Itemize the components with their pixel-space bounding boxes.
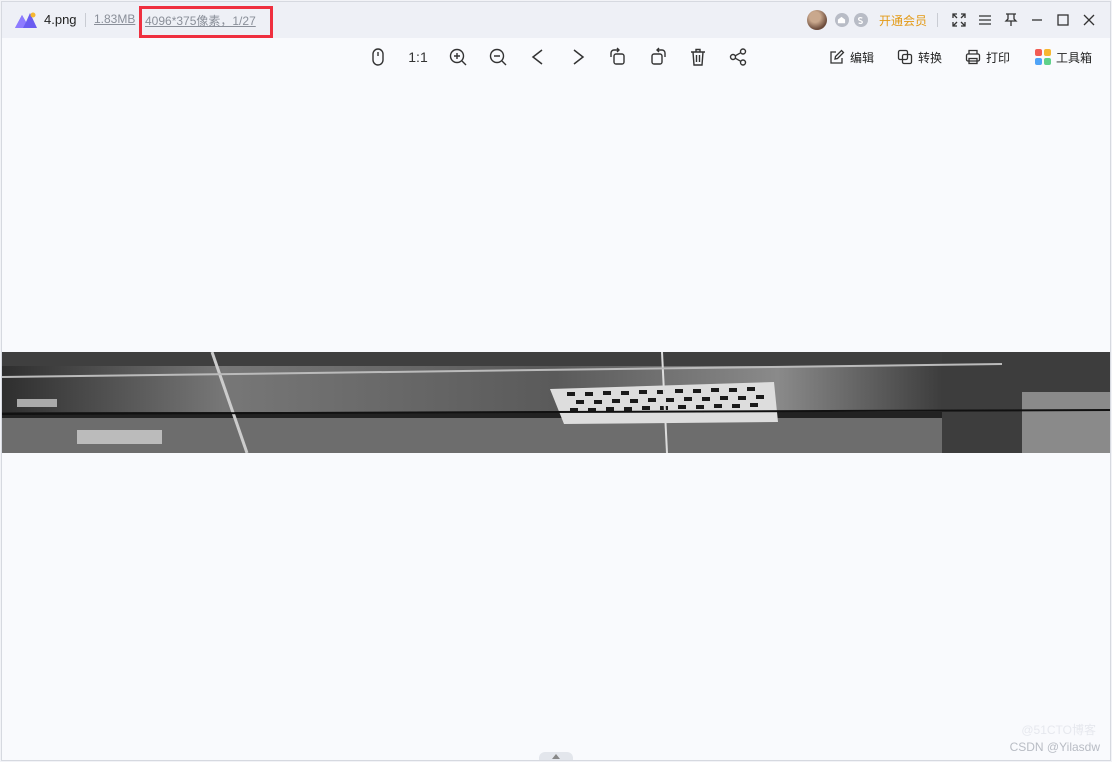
zoom-in-icon	[449, 48, 467, 66]
title-right-controls: 开通会员	[806, 8, 1102, 32]
toolbox-label: 工具箱	[1056, 50, 1093, 65]
chevron-up-icon	[552, 754, 560, 759]
chevron-right-icon	[573, 49, 585, 65]
share-button[interactable]	[727, 46, 749, 68]
mouse-icon	[372, 48, 384, 66]
maximize-button[interactable]	[1050, 8, 1076, 32]
zoom-out-button[interactable]	[487, 46, 509, 68]
actual-size-button[interactable]: 1:1	[407, 46, 429, 68]
image-viewer-window: 4.png 1.83MB 4096*375像素，1/27 开通会员 1:1 编辑…	[2, 2, 1110, 760]
minimize-icon	[1032, 19, 1042, 21]
toolbar: 1:1 编辑 转换 打印 工具箱	[2, 38, 1110, 76]
chevron-left-icon	[531, 49, 543, 65]
mouse-mode-button[interactable]	[367, 46, 389, 68]
displayed-image[interactable]	[2, 352, 1110, 453]
zoom-in-button[interactable]	[447, 46, 469, 68]
actual-size-label: 1:1	[408, 49, 428, 65]
menu-icon	[979, 15, 991, 25]
divider	[937, 13, 938, 27]
rotate-right-icon	[651, 47, 666, 65]
trash-icon	[691, 48, 705, 66]
file-size[interactable]: 1.83MB	[94, 12, 135, 26]
convert-label: 转换	[918, 50, 943, 65]
convert-button[interactable]: 转换	[897, 47, 942, 67]
rotate-left-icon	[610, 47, 625, 65]
divider	[85, 13, 86, 27]
zoom-out-icon	[489, 48, 507, 66]
close-icon	[1083, 14, 1095, 26]
blog-watermark: @51CTO博客	[1021, 723, 1096, 737]
edit-icon	[830, 49, 845, 64]
annotation-highlight-box	[139, 6, 273, 38]
previous-image-button[interactable]	[527, 46, 549, 68]
print-button[interactable]: 打印	[965, 47, 1010, 67]
user-avatar[interactable]	[806, 10, 827, 30]
toolbox-icon	[1035, 49, 1051, 65]
edit-label: 编辑	[850, 50, 875, 65]
member-badge-icon[interactable]	[834, 13, 849, 27]
edit-button[interactable]: 编辑	[829, 47, 874, 67]
app-logo-icon	[15, 12, 37, 28]
file-name: 4.png	[44, 12, 77, 27]
close-button[interactable]	[1076, 8, 1102, 32]
toolbox-button[interactable]: 工具箱	[1035, 47, 1092, 67]
rotate-left-button[interactable]	[607, 46, 629, 68]
csdn-watermark: CSDN @Yilasdw	[1009, 740, 1100, 754]
print-label: 打印	[986, 50, 1011, 65]
fullscreen-button[interactable]	[946, 8, 972, 32]
share-icon	[729, 48, 747, 66]
title-bar: 4.png 1.83MB 4096*375像素，1/27 开通会员	[2, 2, 1110, 38]
next-image-button[interactable]	[567, 46, 589, 68]
vip-upgrade-link[interactable]: 开通会员	[879, 12, 927, 29]
pin-icon	[1004, 13, 1018, 26]
print-icon	[965, 49, 981, 65]
convert-icon	[897, 49, 913, 65]
delete-button[interactable]	[687, 46, 709, 68]
thumbnail-toggle-button[interactable]	[539, 752, 573, 760]
coin-badge-icon[interactable]	[853, 13, 868, 27]
rotate-right-button[interactable]	[647, 46, 669, 68]
image-canvas[interactable]: @51CTO博客 CSDN @Yilasdw	[2, 76, 1110, 760]
maximize-icon	[1057, 14, 1069, 26]
menu-button[interactable]	[972, 8, 998, 32]
fullscreen-icon	[952, 13, 966, 27]
minimize-button[interactable]	[1024, 8, 1050, 32]
pin-button[interactable]	[998, 8, 1024, 32]
